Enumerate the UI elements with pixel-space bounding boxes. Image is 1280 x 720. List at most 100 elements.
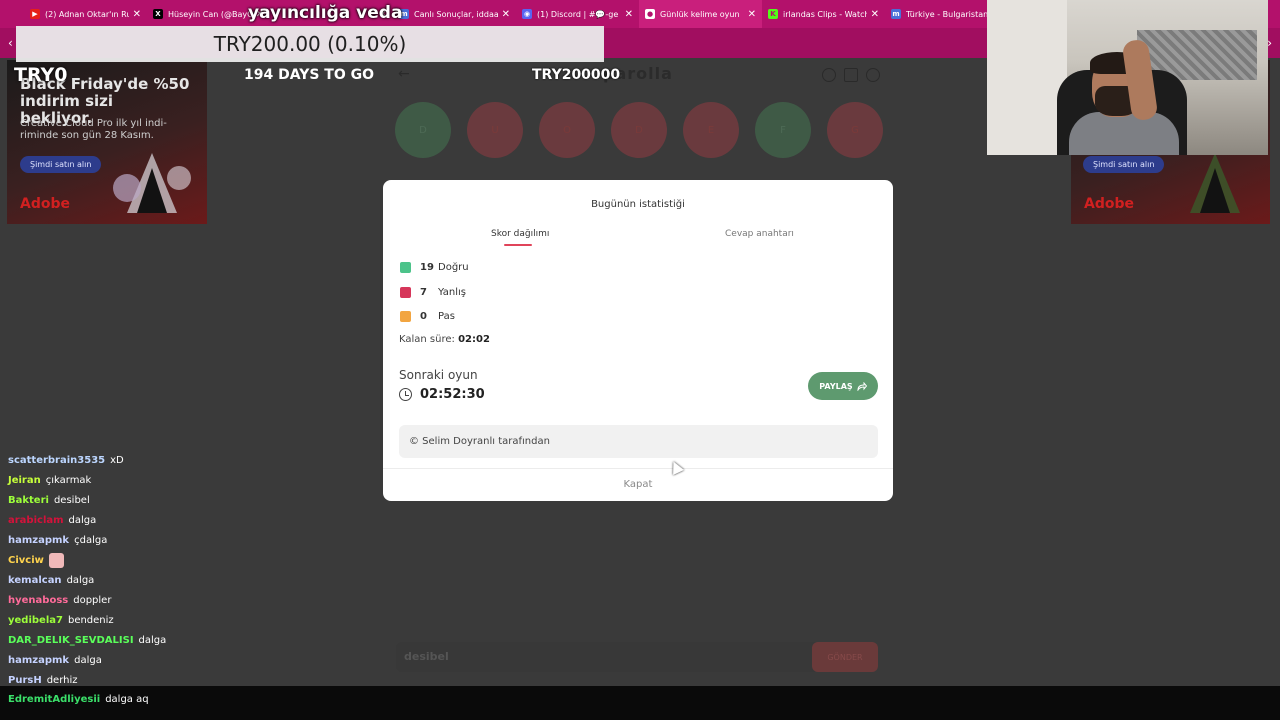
chat-text: xD bbox=[110, 454, 124, 466]
stat-count: 7 bbox=[420, 287, 427, 298]
letter-circle: D bbox=[395, 102, 451, 158]
close-tab-icon[interactable]: ✕ bbox=[133, 9, 141, 20]
active-tab-underline bbox=[504, 244, 532, 246]
answer-input-value: desibel bbox=[404, 650, 449, 663]
chat-text: derhiz bbox=[46, 674, 78, 686]
donation-total: TRY0 bbox=[14, 64, 68, 86]
stat-color-swatch bbox=[400, 287, 411, 298]
chat-message: DAR_DELIK_SEVDALISI dalga bbox=[8, 630, 228, 650]
letter-circles: DUODEFG bbox=[395, 102, 883, 158]
browser-back-icon[interactable]: ‹ bbox=[8, 36, 13, 50]
stat-color-swatch bbox=[400, 262, 411, 273]
remaining-time-label: Kalan süre: bbox=[399, 334, 455, 345]
stream-title: yayıncılığa veda bbox=[248, 3, 403, 23]
share-button-label: PAYLAŞ bbox=[819, 381, 853, 391]
answer-input[interactable]: desibel GÖNDER bbox=[396, 642, 878, 672]
letter-circle: D bbox=[611, 102, 667, 158]
stat-count: 0 bbox=[420, 311, 427, 322]
game-header-icons bbox=[822, 68, 880, 82]
share-arrow-icon bbox=[857, 381, 867, 391]
letter-circle: O bbox=[539, 102, 595, 158]
stat-row: 0 Pas bbox=[400, 311, 455, 322]
share-button[interactable]: PAYLAŞ bbox=[808, 372, 878, 400]
browser-tab[interactable]: Kirlandas Clips - Watch ✕ bbox=[762, 0, 885, 28]
next-game-time: 02:52:30 bbox=[420, 387, 485, 402]
stat-count: 19 bbox=[420, 262, 434, 273]
chat-text: çdalga bbox=[74, 534, 108, 546]
chat-username: hyenaboss bbox=[8, 594, 69, 606]
clock-icon bbox=[399, 388, 412, 401]
close-tab-icon[interactable]: ✕ bbox=[625, 9, 633, 20]
browser-tab-title: Canlı Sonuçlar, iddaa bbox=[414, 9, 498, 19]
chat-username: Bakteri bbox=[8, 494, 49, 506]
chat-text: bendeniz bbox=[67, 614, 114, 626]
chat-text: doppler bbox=[73, 594, 112, 606]
close-button[interactable]: Kapat bbox=[383, 479, 893, 490]
ad-subtext: Creative Cloud Pro ilk yıl indi-riminde … bbox=[20, 118, 167, 141]
stat-row: 19 Doğru bbox=[400, 262, 469, 273]
chat-message: Bakteri desibel bbox=[8, 490, 228, 510]
kick-icon: K bbox=[768, 9, 778, 19]
stat-color-swatch bbox=[400, 311, 411, 322]
ad-buy-button[interactable]: Şimdi satın alın bbox=[1083, 156, 1165, 173]
browser-tab[interactable]: ● Günlük kelime oyun ✕ bbox=[639, 0, 762, 28]
browser-tab[interactable]: ▶ (2) Adnan Oktar'ın Ru ✕ bbox=[24, 0, 147, 28]
ad-flower-art-icon bbox=[1190, 153, 1240, 213]
info-icon[interactable] bbox=[822, 68, 836, 82]
letter-circle: F bbox=[755, 102, 811, 158]
chat-text: dalga aq bbox=[105, 693, 149, 705]
chat-username: PursH bbox=[8, 674, 42, 686]
chat-text: dalga bbox=[74, 654, 102, 666]
browser-tab[interactable]: m Canlı Sonuçlar, iddaa ✕ bbox=[393, 0, 516, 28]
stat-row: 7 Yanlış bbox=[400, 287, 466, 298]
chat-username: DAR_DELIK_SEVDALISI bbox=[8, 634, 134, 646]
profile-icon[interactable] bbox=[866, 68, 880, 82]
browser-tab[interactable]: ◉ (1) Discord | #💬-ge ✕ bbox=[516, 0, 639, 28]
screen: ▶ (2) Adnan Oktar'ın Ru ✕ X Hüseyin Can (@Ba… bbox=[0, 0, 1280, 720]
next-game-label: Sonraki oyun bbox=[399, 368, 478, 382]
webcam-feed bbox=[987, 0, 1268, 155]
tab-answer-key[interactable]: Cevap anahtarı bbox=[725, 229, 794, 239]
submit-button[interactable]: GÖNDER bbox=[812, 642, 878, 672]
letter-circle: E bbox=[683, 102, 739, 158]
close-tab-icon[interactable]: ✕ bbox=[502, 9, 510, 20]
chat-username: Jeiran bbox=[8, 474, 41, 486]
chat-feed: scatterbrain3535 xD Jeiran çıkarmak Bakteri d… bbox=[8, 450, 228, 690]
chat-text: dalga bbox=[138, 634, 167, 646]
chat-username: hamzapmk bbox=[8, 534, 70, 546]
chat-message: kemalcan dalga bbox=[8, 570, 228, 590]
chat-username: EdremitAdliyesii bbox=[8, 693, 101, 705]
mackolik-icon: m bbox=[891, 9, 901, 19]
chat-text: dalga bbox=[68, 514, 97, 526]
chat-username: hamzapmk bbox=[8, 654, 70, 666]
ad-buy-button[interactable]: Şimdi satın alın bbox=[20, 156, 102, 173]
parolla-icon: ● bbox=[645, 9, 655, 19]
tab-score-distribution[interactable]: Skor dağılımı bbox=[491, 229, 549, 239]
remaining-time-value: 02:02 bbox=[458, 334, 490, 345]
close-tab-icon[interactable]: ✕ bbox=[871, 9, 879, 20]
chat-text: dalga bbox=[66, 574, 95, 586]
ad-flower-art-icon bbox=[113, 153, 191, 213]
overlay-countdown: 194 DAYS TO GO bbox=[244, 67, 375, 83]
letter-circle: G bbox=[827, 102, 883, 158]
modal-divider bbox=[383, 468, 893, 469]
chat-message: Civciw bbox=[8, 550, 228, 570]
chat-text: çıkarmak bbox=[45, 474, 92, 486]
next-game-countdown: 02:52:30 bbox=[399, 387, 485, 402]
browser-tab-title: Günlük kelime oyun bbox=[660, 9, 740, 19]
game-back-arrow-icon[interactable]: ← bbox=[398, 66, 410, 82]
chat-message: hyenaboss doppler bbox=[8, 590, 228, 610]
donation-banner: TRY200.00 (0.10%) bbox=[16, 26, 604, 62]
modal-title: Bugünün istatistiği bbox=[591, 199, 685, 210]
browser-tab-title: (1) Discord | #💬-ge bbox=[537, 9, 619, 19]
chat-message: hamzapmk dalga bbox=[8, 650, 228, 670]
chat-username: scatterbrain3535 bbox=[8, 454, 106, 466]
stat-label: Doğru bbox=[438, 262, 469, 273]
close-tab-icon[interactable]: ✕ bbox=[748, 9, 756, 20]
browser-tab-title: Hüseyin Can (@BayC bbox=[168, 9, 252, 19]
browser-tab-title: irlandas Clips - Watch bbox=[783, 9, 867, 19]
credit-line: © Selim Doyranlı tarafından bbox=[399, 425, 878, 458]
stat-label: Pas bbox=[438, 311, 455, 322]
stats-icon[interactable] bbox=[844, 68, 858, 82]
chat-username: kemalcan bbox=[8, 574, 62, 586]
